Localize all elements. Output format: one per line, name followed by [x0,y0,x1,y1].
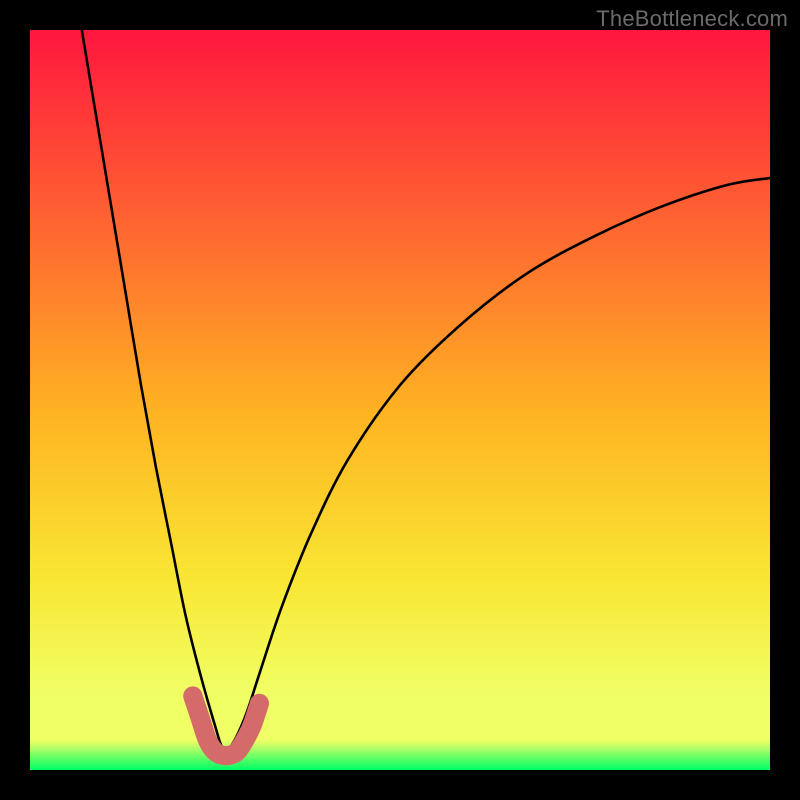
gradient-background [30,30,770,770]
chart-container: TheBottleneck.com [0,0,800,800]
watermark-text: TheBottleneck.com [596,6,788,32]
bottleneck-plot [30,30,770,770]
